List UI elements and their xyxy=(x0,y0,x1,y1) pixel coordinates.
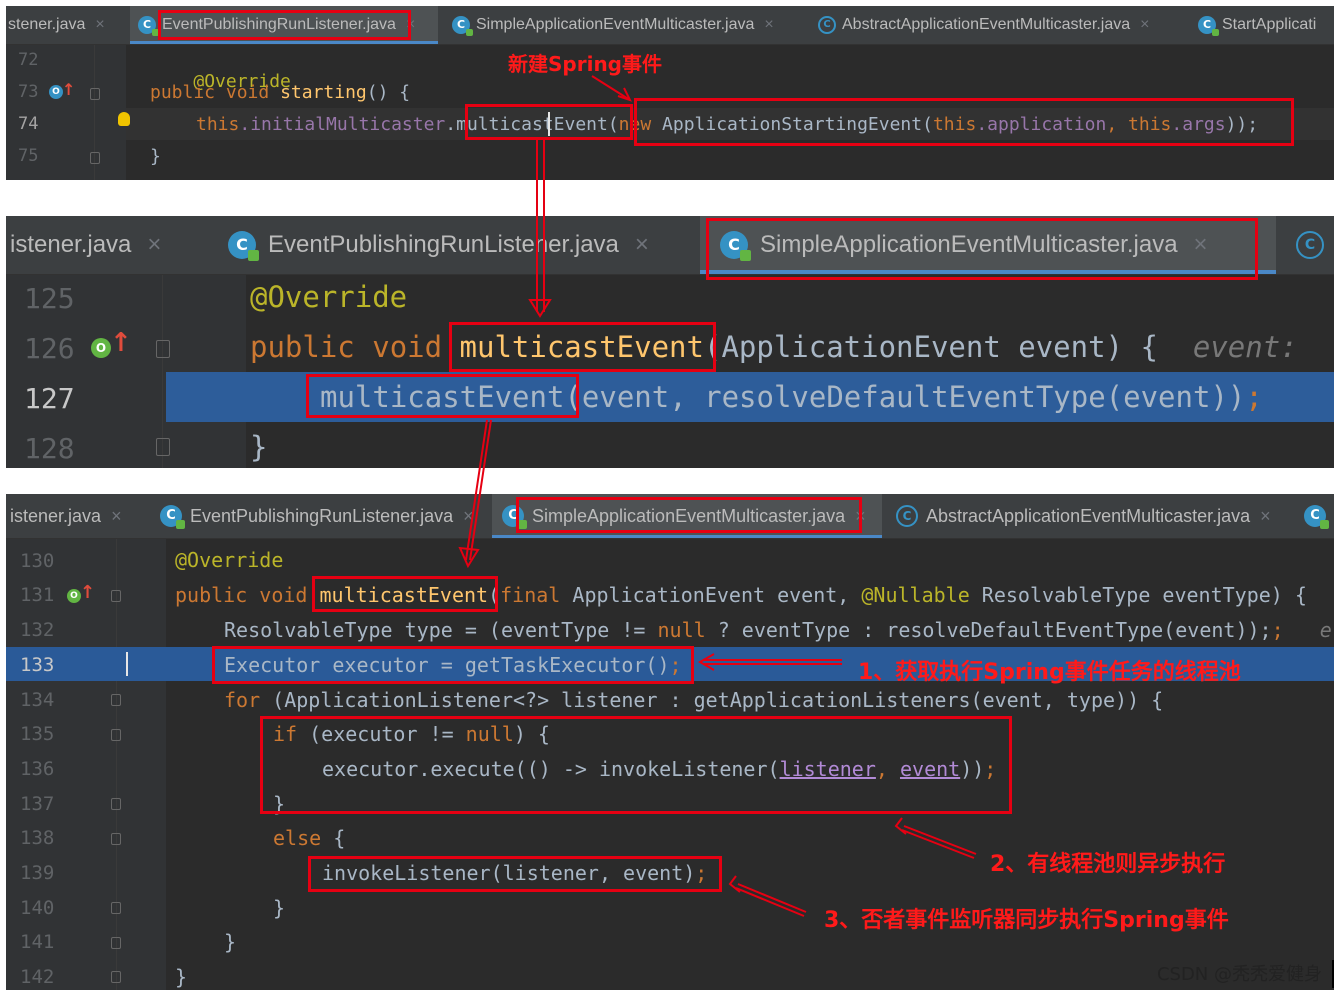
edge-bar xyxy=(1332,960,1334,988)
arrow-note-3 xyxy=(735,883,807,917)
arrow-call-to-method xyxy=(536,140,545,312)
arrow-note-2 xyxy=(901,825,977,859)
arrow-note-1 xyxy=(704,659,842,665)
arrow-call-to-impl xyxy=(465,419,492,561)
watermark-credit: CSDN @秃秃爱健身 xyxy=(1156,964,1322,985)
annotation-arrows xyxy=(458,75,977,917)
